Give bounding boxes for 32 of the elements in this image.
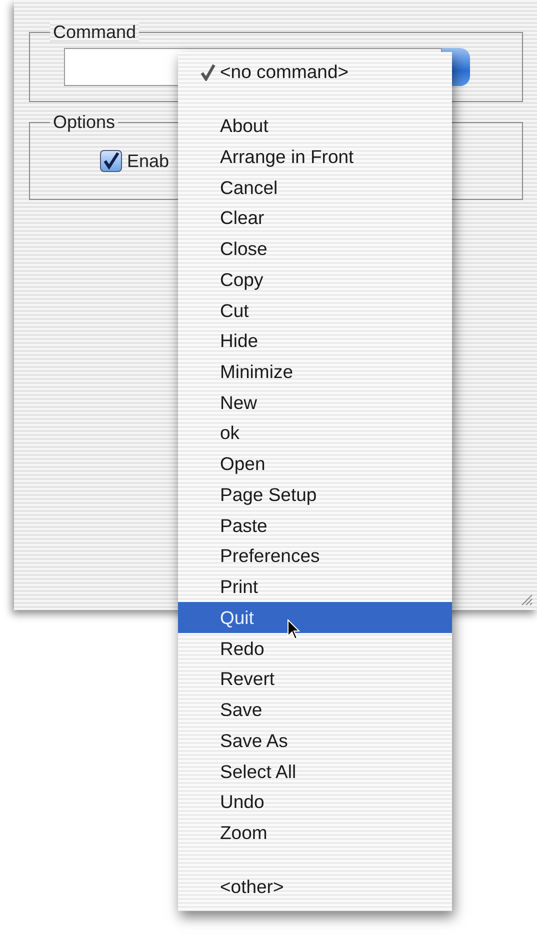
menu-item[interactable]: Quit — [178, 602, 452, 634]
menu-item[interactable]: Copy — [178, 264, 452, 296]
menu-item[interactable]: Zoom — [178, 818, 452, 848]
menu-item[interactable]: Hide — [178, 326, 452, 357]
menu-item[interactable]: Print — [178, 572, 452, 602]
menu-item[interactable]: Minimize — [178, 356, 452, 388]
menu-item[interactable]: Save As — [178, 725, 452, 756]
menu-item[interactable]: Revert — [178, 664, 452, 695]
menu-item[interactable]: Cancel — [178, 172, 452, 203]
menu-item[interactable]: ok — [178, 418, 452, 449]
menu-item[interactable]: Select All — [178, 756, 452, 787]
pointer-cursor-icon — [287, 619, 301, 641]
group-label: Command — [50, 22, 140, 42]
menu-item[interactable]: <no command> — [178, 57, 452, 88]
group-label: Options — [50, 112, 118, 132]
menu-item[interactable]: Open — [178, 448, 452, 480]
checkbox[interactable] — [100, 150, 122, 172]
menu-item[interactable]: Save — [178, 694, 452, 726]
menu-item[interactable]: Cut — [178, 295, 452, 326]
checkbox-label: Enab — [127, 150, 170, 172]
menu-item[interactable]: Clear — [178, 202, 452, 234]
menu-item[interactable]: Page Setup — [178, 480, 452, 510]
menu-item[interactable]: New — [178, 387, 452, 418]
resize-grip-icon[interactable] — [519, 592, 533, 606]
menu-item[interactable]: Arrange in Front — [178, 141, 452, 172]
menu-item[interactable]: <other> — [178, 871, 452, 902]
menu-item[interactable]: Preferences — [178, 541, 452, 572]
menu-item[interactable]: Close — [178, 234, 452, 264]
menu-item[interactable]: Paste — [178, 510, 452, 542]
menu-item[interactable]: About — [178, 110, 452, 142]
menu-item[interactable]: Undo — [178, 786, 452, 818]
menu-item[interactable]: Redo — [178, 633, 452, 664]
